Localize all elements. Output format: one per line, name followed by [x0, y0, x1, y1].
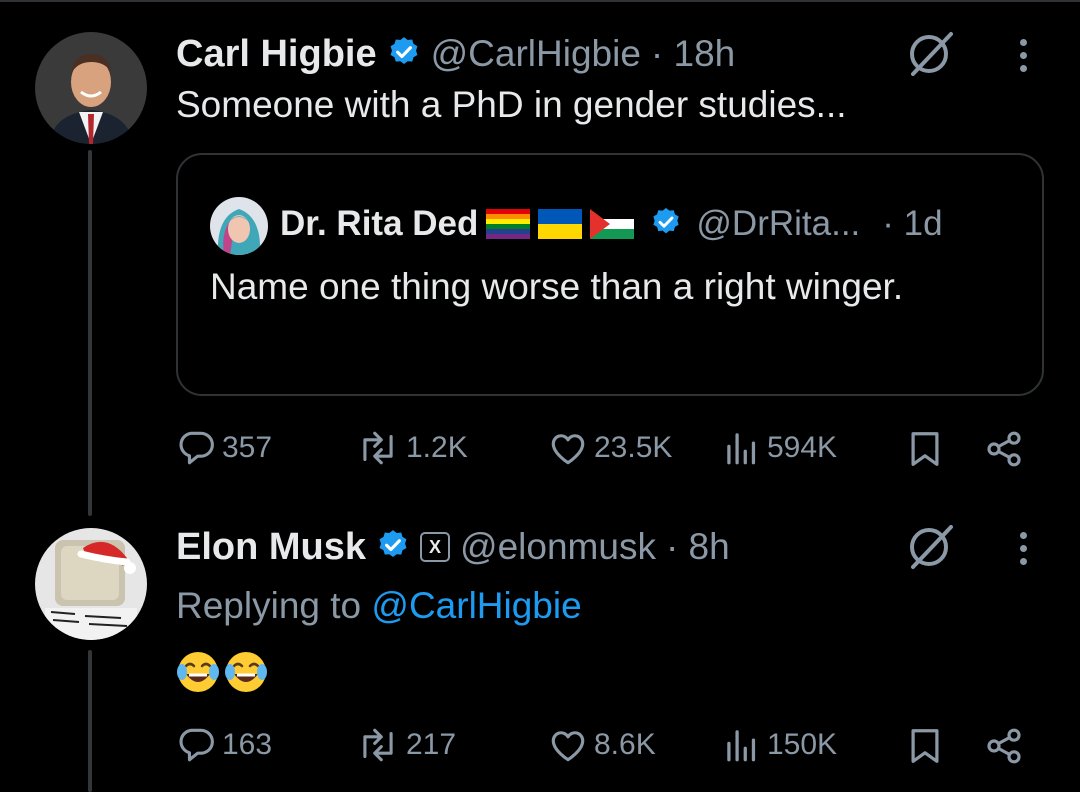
grok-icon[interactable]	[905, 521, 957, 578]
quoted-tweet[interactable]: Dr. Rita Ded @DrRita... · 1d Name one th…	[176, 153, 1044, 396]
repost-button[interactable]: 1.2K	[356, 430, 468, 466]
share-icon[interactable]	[984, 727, 1024, 770]
repost-button[interactable]: 217	[356, 727, 456, 763]
bookmark-icon[interactable]	[908, 727, 942, 770]
grok-icon[interactable]	[905, 28, 957, 85]
timestamp[interactable]: · 18h	[651, 33, 735, 75]
flag-ukraine-icon	[538, 209, 583, 239]
author-handle[interactable]: @elonmusk	[460, 526, 656, 568]
avatar[interactable]	[210, 197, 268, 255]
replying-to-mention[interactable]: @CarlHigbie	[371, 585, 581, 626]
reply-count: 357	[222, 431, 273, 464]
verified-icon[interactable]	[387, 35, 421, 74]
verified-icon[interactable]	[650, 206, 682, 243]
reply-button[interactable]: 163	[176, 727, 272, 763]
views-button[interactable]: 594K	[723, 430, 837, 466]
author-name[interactable]: Elon Musk	[176, 526, 366, 569]
x-affiliate-badge[interactable]: X	[420, 532, 451, 562]
repost-icon	[363, 431, 393, 465]
avatar[interactable]	[35, 32, 147, 144]
thread-connector	[88, 650, 92, 792]
replying-to-label: Replying to	[176, 585, 362, 626]
view-count: 150K	[767, 728, 838, 761]
author-name[interactable]: Carl Higbie	[176, 33, 377, 76]
bookmark-icon[interactable]	[908, 430, 942, 473]
like-icon	[551, 434, 585, 465]
more-icon[interactable]	[1019, 532, 1029, 571]
views-button[interactable]: 150K	[723, 727, 837, 763]
like-count: 23.5K	[594, 431, 673, 464]
timestamp[interactable]: · 8h	[666, 526, 730, 568]
like-icon	[551, 731, 585, 762]
more-icon[interactable]	[1019, 39, 1029, 78]
view-count: 594K	[767, 431, 838, 464]
laughing-emoji-icon	[176, 650, 220, 694]
quoted-author-handle[interactable]: @DrRita...	[696, 204, 860, 244]
repost-icon	[363, 728, 393, 762]
thread-connector	[88, 150, 92, 516]
reply-button[interactable]: 357	[176, 430, 272, 466]
replying-to: Replying to @CarlHigbie	[176, 585, 582, 627]
reply-icon	[179, 728, 214, 762]
reply-count: 163	[222, 728, 273, 761]
views-icon	[727, 730, 756, 762]
reply-icon	[179, 431, 214, 465]
laughing-emoji-icon	[224, 650, 268, 694]
like-button[interactable]: 8.6K	[548, 727, 656, 763]
like-count: 8.6K	[594, 728, 656, 761]
views-icon	[727, 433, 756, 465]
author-handle[interactable]: @CarlHigbie	[431, 33, 641, 75]
repost-count: 1.2K	[406, 431, 468, 464]
avatar[interactable]	[35, 528, 147, 640]
quoted-timestamp[interactable]: · 1d	[882, 204, 942, 244]
share-icon[interactable]	[984, 430, 1024, 473]
repost-count: 217	[406, 728, 457, 761]
top-divider	[0, 0, 1080, 2]
flag-palestine-icon	[590, 209, 635, 239]
flag-rainbow-icon	[486, 209, 531, 239]
quoted-author-name[interactable]: Dr. Rita Ded	[280, 204, 478, 244]
quoted-tweet-text: Name one thing worse than a right winger…	[210, 266, 904, 307]
tweet-text: Someone with a PhD in gender studies...	[176, 84, 847, 125]
like-button[interactable]: 23.5K	[548, 430, 672, 466]
verified-icon[interactable]	[376, 528, 410, 567]
